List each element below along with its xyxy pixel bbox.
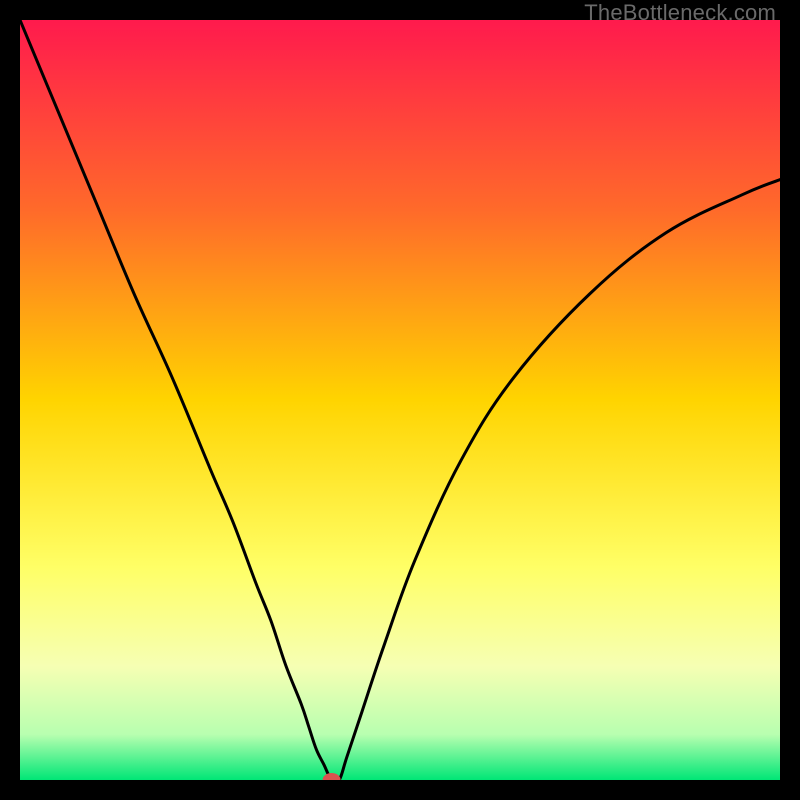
watermark-text: TheBottleneck.com — [584, 0, 776, 26]
chart-svg — [20, 20, 780, 780]
chart-plot-area — [20, 20, 780, 780]
chart-background — [20, 20, 780, 780]
